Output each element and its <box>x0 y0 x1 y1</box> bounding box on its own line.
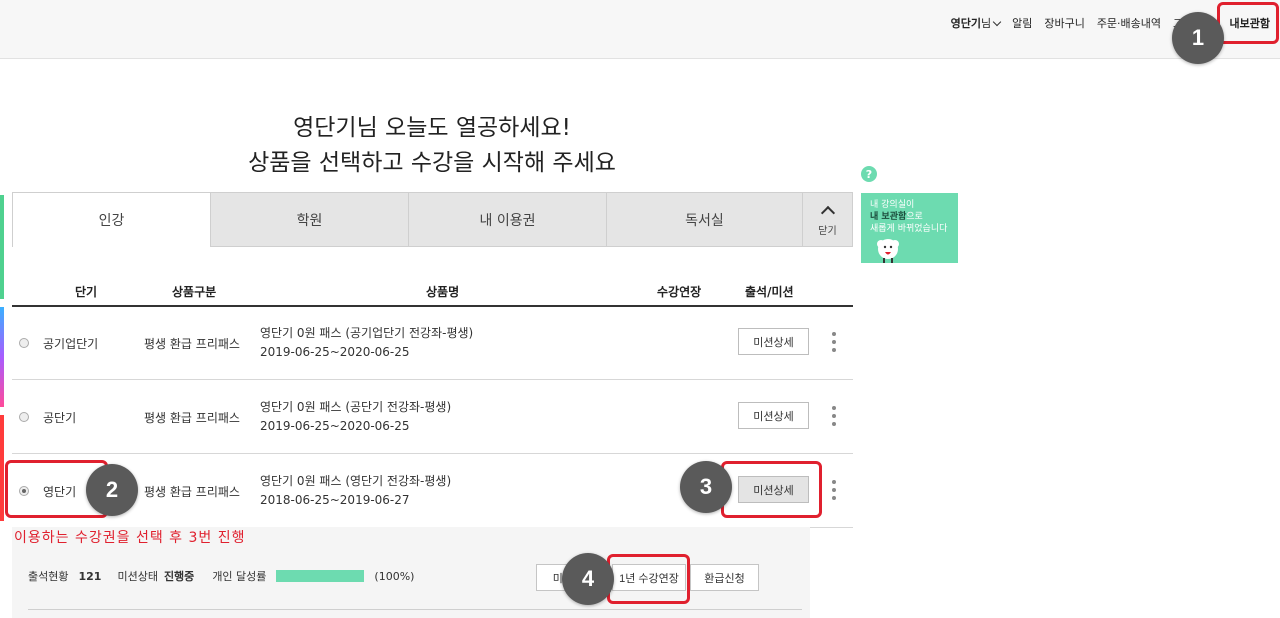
achievement-value: (100%) <box>374 569 415 583</box>
storage-notice: 내 강의실이 내 보관함으로 새롭게 바뀌었습니다 <box>861 193 958 263</box>
row-dangi: 공기업단기 <box>43 337 99 351</box>
mission-detail-button[interactable]: 미션상세 <box>738 476 809 503</box>
row-radio[interactable] <box>19 486 29 496</box>
row-product-name: 영단기 0원 패스 (공기업단기 전강좌-평생) <box>260 326 474 340</box>
notice-line-2-rest: 으로 <box>906 212 923 222</box>
stats-line: 출석현황 121 미션상태 진행중 개인 달성률 (100%) <box>28 568 414 584</box>
tab-my-pass[interactable]: 내 이용권 <box>409 192 607 247</box>
step-badge-4: 4 <box>562 553 614 605</box>
row-category: 평생 환급 프리패스 <box>144 337 240 351</box>
nav-alarm[interactable]: 알림 <box>1012 15 1032 31</box>
step-badge-1: 1 <box>1172 12 1224 64</box>
mission-detail-button[interactable]: 미션상세 <box>738 402 809 429</box>
row-dangi: 공단기 <box>43 411 77 425</box>
user-suffix: 님 <box>980 17 992 30</box>
notice-bold: 내 보관함 <box>870 212 907 222</box>
row-dangi: 영단기 <box>43 485 77 499</box>
sheep-mascot-icon <box>877 239 899 263</box>
user-name: 영단기 <box>950 17 981 30</box>
row-product-period: 2019-06-25~2020-06-25 <box>260 345 410 359</box>
table-row: 공단기 평생 환급 프리패스 영단기 0원 패스 (공단기 전강좌-평생) 20… <box>12 379 853 454</box>
header-attendance: 출석/미션 <box>745 285 794 299</box>
close-label: 닫기 <box>818 226 837 237</box>
greeting-line-2: 상품을 선택하고 수강을 시작해 주세요 <box>248 150 616 176</box>
chevron-up-icon <box>820 205 835 221</box>
step-badge-3: 3 <box>680 461 732 513</box>
tab-study-room[interactable]: 독서실 <box>607 192 803 247</box>
row-category: 평생 환급 프리패스 <box>144 485 240 499</box>
table-row: 공기업단기 평생 환급 프리패스 영단기 0원 패스 (공기업단기 전강좌-평생… <box>12 305 853 380</box>
extend-one-year-button[interactable]: 1년 수강연장 <box>612 564 686 591</box>
nav-my-storage[interactable]: 내보관함 <box>1230 15 1270 31</box>
greeting-line-1: 영단기님 오늘도 열공하세요! <box>293 115 571 141</box>
tab-online-lecture[interactable]: 인강 <box>12 192 211 247</box>
attendance-label: 출석현황 <box>28 570 69 583</box>
achievement-label: 개인 달성률 <box>212 570 267 583</box>
table-header: 단기 상품구분 상품명 수강연장 출석/미션 <box>12 283 853 307</box>
row-product: 영단기 0원 패스 (영단기 전강좌-평생) 2018-06-25~2019-0… <box>260 472 451 510</box>
more-options-icon[interactable] <box>832 480 836 500</box>
instruction-text: 이용하는 수강권을 선택 후 3번 진행 <box>14 530 246 546</box>
mission-status-label: 미션상태 <box>117 570 158 583</box>
row-product-period: 2019-06-25~2020-06-25 <box>260 419 410 433</box>
tab-bar: 인강 학원 내 이용권 독서실 닫기 <box>12 192 853 247</box>
user-menu[interactable]: 영단기님 <box>950 15 1002 31</box>
mission-status-value: 진행중 <box>163 570 195 583</box>
header-product: 상품명 <box>426 285 460 299</box>
notice-line-1: 내 강의실이 <box>870 200 915 210</box>
achievement-bar-fill <box>276 570 365 582</box>
header-dangi: 단기 <box>75 285 98 299</box>
row-radio[interactable] <box>19 338 29 348</box>
notice-line-2: 내 보관함으로 <box>870 211 958 223</box>
row-product-period: 2018-06-25~2019-06-27 <box>260 493 410 507</box>
row-product-name: 영단기 0원 패스 (영단기 전강좌-평생) <box>260 474 452 488</box>
side-color-strip <box>0 195 4 521</box>
row-product-name: 영단기 0원 패스 (공단기 전강좌-평생) <box>260 400 452 414</box>
refund-request-button[interactable]: 환급신청 <box>690 564 759 591</box>
notice-line-3: 새롭게 바뀌었습니다 <box>870 224 948 234</box>
nav-orders[interactable]: 주문·배송내역 <box>1097 15 1161 31</box>
tab-close-button[interactable]: 닫기 <box>803 192 853 247</box>
row-product: 영단기 0원 패스 (공단기 전강좌-평생) 2019-06-25~2020-0… <box>260 398 451 436</box>
more-options-icon[interactable] <box>832 332 836 352</box>
row-radio[interactable] <box>19 412 29 422</box>
chevron-down-icon <box>992 17 1002 27</box>
panel-divider <box>28 609 802 610</box>
mission-detail-button[interactable]: 미션상세 <box>738 328 809 355</box>
header-category: 상품구분 <box>172 285 217 299</box>
achievement-bar <box>276 570 365 582</box>
header-extend: 수강연장 <box>657 285 702 299</box>
more-options-icon[interactable] <box>832 406 836 426</box>
step-badge-2: 2 <box>86 464 138 516</box>
attendance-value: 121 <box>78 569 102 583</box>
help-icon[interactable]: ? <box>861 166 877 182</box>
tab-academy[interactable]: 학원 <box>211 192 409 247</box>
nav-cart[interactable]: 장바구니 <box>1044 15 1084 31</box>
top-bar: 영단기님 알림 장바구니 주문·배송내역 고객센터 내보관함 <box>0 0 1280 59</box>
row-product: 영단기 0원 패스 (공기업단기 전강좌-평생) 2019-06-25~2020… <box>260 324 473 362</box>
row-category: 평생 환급 프리패스 <box>144 411 240 425</box>
